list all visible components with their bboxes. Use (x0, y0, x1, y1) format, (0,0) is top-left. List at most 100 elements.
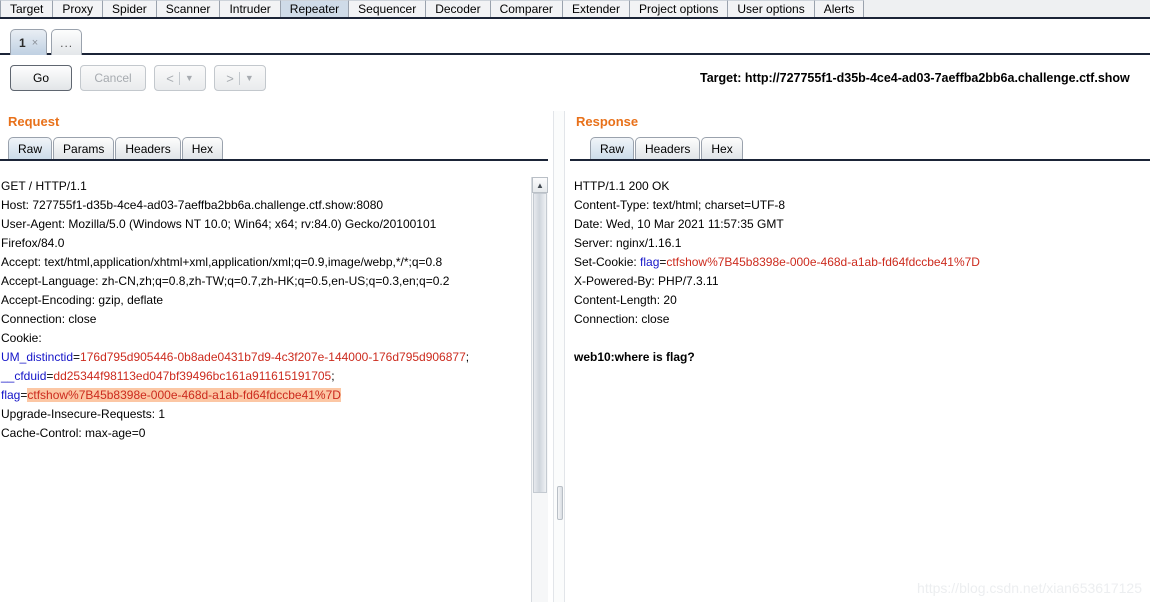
response-line (574, 329, 1150, 348)
repeater-tab-label: 1 (19, 35, 26, 50)
request-text-segment: ; (465, 350, 470, 364)
request-tab-params[interactable]: Params (53, 137, 115, 159)
main-tab-comparer[interactable]: Comparer (490, 0, 563, 17)
watermark: https://blog.csdn.net/xian653617125 (917, 580, 1142, 596)
main-tab-bar: Target Proxy Spider Scanner Intruder Repeater… (0, 0, 1150, 19)
response-text-segment: ctfshow%7B45b8398e-000e-468d-a1ab-fd64fd… (666, 255, 980, 269)
message-panes: Request Raw Params Headers Hex GET / HTTP/1… (0, 111, 1150, 602)
request-text-segment: = (73, 350, 81, 364)
main-tab-label: Extender (571, 2, 620, 16)
response-line: HTTP/1.1 200 OK (574, 177, 1150, 196)
response-text-segment: HTTP/1.1 200 OK (574, 179, 670, 193)
response-body-text[interactable]: HTTP/1.1 200 OK Content-Type: text/html; … (574, 177, 1150, 602)
main-tab-label: Repeater (289, 2, 340, 16)
main-tab-decoder[interactable]: Decoder (426, 0, 491, 17)
main-tab-spider[interactable]: Spider (103, 0, 157, 17)
response-pane: Response Raw Headers Hex HTTP/1.1 200 OK Co… (570, 111, 1150, 602)
main-tab-user-options[interactable]: User options (728, 0, 815, 17)
response-text-segment: Date: Wed, 10 Mar 2021 11:57:35 GMT (574, 217, 784, 231)
forward-button[interactable]: > ▼ (214, 65, 266, 91)
main-tab-scanner[interactable]: Scanner (156, 0, 221, 17)
request-text-segment: Cache-Control: max-age=0 (1, 426, 146, 440)
request-text-segment: Accept-Encoding: gzip, deflate (1, 293, 164, 307)
request-text-segment: 176d795d905446-0b8ade0431b7d9-4c3f207e-1… (80, 350, 466, 364)
request-title: Request (8, 114, 60, 129)
request-text-segment: dd25344f98113ed047bf39496bc161a911615191… (53, 369, 332, 383)
request-line: Cache-Control: max-age=0 (1, 424, 526, 443)
new-tab-label: ... (60, 35, 74, 50)
main-tab-alerts[interactable]: Alerts (814, 0, 865, 17)
request-text-segment: __cfduid (1, 369, 47, 383)
back-button-divider (178, 71, 180, 85)
repeater-toolbar: Go Cancel < ▼ > ▼ Target: http://727755f… (0, 55, 1150, 101)
response-text-segment: Content-Type: text/html; charset=UTF-8 (574, 198, 786, 212)
pane-splitter[interactable] (553, 111, 565, 602)
request-line: __cfduid=dd25344f98113ed047bf39496bc161a… (1, 367, 526, 386)
request-tab-label: Raw (18, 141, 43, 156)
request-text-segment: Host: 727755f1-d35b-4ce4-ad03-7aeffba2bb… (1, 198, 384, 212)
response-text-segment: flag (640, 255, 660, 269)
request-text-segment: Accept: text/html,application/xhtml+xml,… (1, 255, 443, 269)
response-text-segment: X-Powered-By: PHP/7.3.11 (574, 274, 719, 288)
response-tab-label: Headers (645, 141, 691, 156)
main-tab-proxy[interactable]: Proxy (53, 0, 104, 17)
request-tab-headers[interactable]: Headers (115, 137, 181, 159)
request-tab-hex[interactable]: Hex (181, 137, 224, 159)
main-tab-project-options[interactable]: Project options (629, 0, 729, 17)
request-line: flag=ctfshow%7B45b8398e-000e-468d-a1ab-f… (1, 386, 526, 405)
new-repeater-tab-button[interactable]: ... (51, 29, 83, 55)
request-tab-label: Headers (125, 141, 171, 156)
request-line: Upgrade-Insecure-Requests: 1 (1, 405, 526, 424)
repeater-tab-strip: 1 ×... (0, 19, 1150, 55)
response-text-segment: Server: nginx/1.16.1 (574, 236, 682, 250)
response-title: Response (576, 114, 639, 129)
response-tab-headers[interactable]: Headers (635, 137, 701, 159)
main-tab-label: User options (737, 2, 805, 16)
response-tab-raw[interactable]: Raw (590, 137, 635, 159)
request-line: Connection: close (1, 310, 526, 329)
response-text-segment: Content-Length: 20 (574, 293, 677, 307)
main-tab-label: Spider (112, 2, 147, 16)
request-tab-bar: Raw Params Headers Hex (0, 135, 548, 161)
request-line: Accept: text/html,application/xhtml+xml,… (1, 253, 526, 272)
response-line: web10:where is flag? (574, 348, 1150, 367)
repeater-tab-1[interactable]: 1 × (10, 29, 48, 55)
request-tab-label: Hex (191, 141, 214, 156)
back-button[interactable]: < ▼ (154, 65, 206, 91)
response-text-segment: Connection: close (574, 312, 670, 326)
request-text-segment: ctfshow%7B45b8398e-000e-468d-a1ab-fd64fd… (27, 388, 341, 402)
request-text-segment: User-Agent: Mozilla/5.0 (Windows NT 10.0… (1, 217, 437, 231)
request-text-segment: Connection: close (1, 312, 97, 326)
response-tab-hex[interactable]: Hex (701, 137, 743, 159)
main-tab-repeater[interactable]: Repeater (280, 0, 350, 17)
request-scrollbar[interactable]: ▲ (531, 177, 548, 602)
close-icon[interactable]: × (32, 37, 38, 49)
request-text-segment: ; (331, 369, 335, 383)
request-body-text[interactable]: GET / HTTP/1.1 Host: 727755f1-d35b-4ce4-a… (0, 177, 526, 602)
request-scrollbar-thumb[interactable] (533, 193, 547, 493)
main-tab-extender[interactable]: Extender (562, 0, 630, 17)
request-line: Cookie: (1, 329, 526, 348)
main-tab-label: Alerts (823, 2, 855, 16)
response-line: Server: nginx/1.16.1 (574, 234, 1150, 253)
scroll-up-arrow-icon[interactable]: ▲ (532, 177, 548, 193)
main-tab-label: Intruder (229, 2, 271, 16)
request-line: UM_distinctid=176d795d905446-0b8ade0431b… (1, 348, 526, 367)
request-pane: Request Raw Params Headers Hex GET / HTTP/1… (0, 111, 548, 602)
main-tab-target[interactable]: Target (0, 0, 54, 17)
go-button[interactable]: Go (10, 65, 72, 91)
chevron-right-icon: > (226, 70, 234, 86)
main-tab-sequencer[interactable]: Sequencer (349, 0, 427, 17)
main-tab-intruder[interactable]: Intruder (220, 0, 281, 17)
request-tab-raw[interactable]: Raw (8, 137, 53, 159)
response-text-segment: web10:where is flag? (574, 350, 695, 364)
request-text-segment: UM_distinctid (1, 350, 74, 364)
request-line: Host: 727755f1-d35b-4ce4-ad03-7aeffba2bb… (1, 196, 526, 215)
response-tab-label: Raw (600, 141, 625, 156)
request-line: Accept-Language: zh-CN,zh;q=0.8,zh-TW;q=… (1, 272, 526, 291)
request-text-segment: Accept-Language: zh-CN,zh;q=0.8,zh-TW;q=… (1, 274, 450, 288)
cancel-button[interactable]: Cancel (80, 65, 146, 91)
splitter-grip-handle[interactable] (557, 486, 563, 520)
response-text-segment: Set-Cookie: (574, 255, 641, 269)
response-tab-bar: Raw Headers Hex (570, 135, 1150, 161)
